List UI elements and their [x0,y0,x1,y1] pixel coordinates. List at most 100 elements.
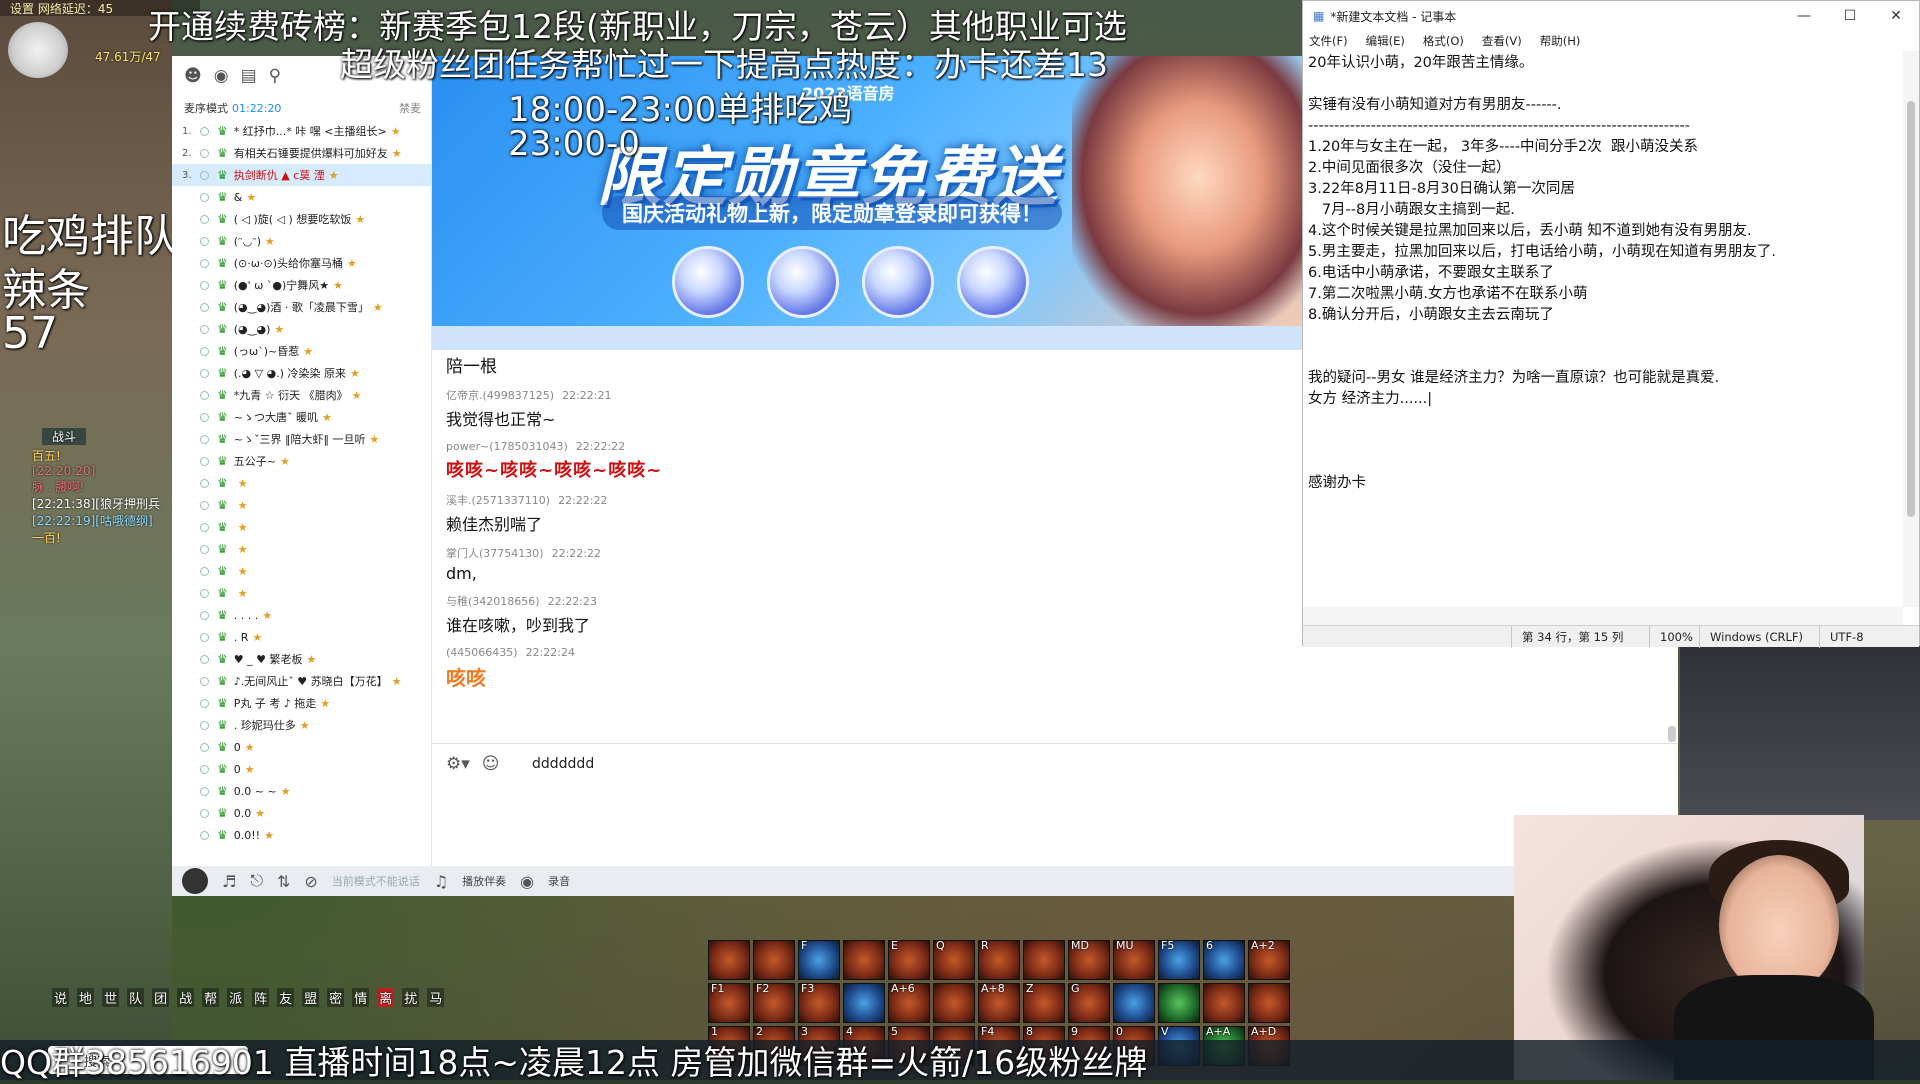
skill-slot[interactable] [753,940,795,980]
member-row[interactable]: ♛ ★ [172,516,431,538]
gamepad-icon[interactable]: ⚙▾ [446,754,470,774]
user-icon[interactable]: ☻ [184,66,202,86]
scroll-thumb[interactable] [1907,101,1915,517]
member-row[interactable]: ♛ (⊙·ω·⊙)头给你塞马桶 ★ [172,252,431,274]
message-sender[interactable]: 与稚(342018656) [446,595,540,608]
member-row[interactable]: 2. ♛ 有相关石锤要提供爆料可加好友 ★ [172,142,431,164]
chat-channel-tab[interactable]: 战 [177,988,195,1007]
member-row[interactable]: ♛ ★ [172,538,431,560]
skill-slot[interactable] [708,940,750,980]
member-row[interactable]: ♛ . 珍妮玛仕多 ★ [172,714,431,736]
menu-file[interactable]: 文件(F) [1309,33,1348,49]
skill-slot[interactable]: G [1068,982,1110,1023]
close-icon[interactable]: ✕ [1873,8,1919,24]
member-row[interactable]: ♛ 0 ★ [172,758,431,780]
music-icon[interactable]: ♫ [434,872,448,891]
member-row[interactable]: 3. ♛ 执剑断仇 ▲ c莫 湮 ★ [172,164,431,186]
chat-channel-tab[interactable]: 情 [352,988,370,1007]
member-row[interactable]: ♛ . R ★ [172,626,431,648]
menu-format[interactable]: 格式(O) [1423,33,1464,49]
play-bgm-button[interactable]: 播放伴奏 [462,873,506,889]
member-row[interactable]: ♛ 五公子~ ★ [172,450,431,472]
chat-channel-tab[interactable]: 派 [227,988,245,1007]
member-row[interactable]: ♛ ( ◁ )旋( ◁ ) 想要吃软饭 ★ [172,208,431,230]
chat-scrollbar[interactable] [1668,726,1676,742]
skill-slot[interactable]: MD [1068,939,1110,980]
microphone-icon[interactable]: ⎋ [250,871,263,891]
member-row[interactable]: ♛ Ρ丸 子 考 ♪ 拖走 ★ [172,692,431,714]
message-sender[interactable]: (445066435) [446,646,518,659]
horizontal-scrollbar[interactable] [1303,607,1903,625]
skill-slot[interactable]: A+2 [1248,939,1290,980]
equalizer-icon[interactable]: ⇅ [277,872,290,891]
skill-slot[interactable]: F [798,939,840,980]
member-row[interactable]: ♛ (ᵔ◡ᵔ) ★ [172,230,431,252]
chat-channel-tab[interactable]: 团 [152,988,170,1007]
minimize-icon[interactable]: — [1781,8,1827,24]
member-row[interactable]: ♛ ★ [172,582,431,604]
chat-channel-tab[interactable]: 队 [127,988,145,1007]
location-icon[interactable]: ◉ [214,66,229,86]
member-row[interactable]: ♛ . . . . ★ [172,604,431,626]
menu-view[interactable]: 查看(V) [1482,33,1522,49]
member-row[interactable]: 1. ♛ * 红抒巾...* 咔 嘿 <主播组长> ★ [172,120,431,142]
skill-slot[interactable]: A+8 [978,982,1020,1023]
chat-channel-tab[interactable]: 扰 [402,988,420,1007]
skill-slot[interactable] [843,940,885,980]
message-sender[interactable]: 掌门人(37754130) [446,547,544,560]
menu-edit[interactable]: 编辑(E) [1366,33,1405,49]
member-row[interactable]: ♛ *九青 ☆ 衍天 《腊肉》 ★ [172,384,431,406]
record-icon[interactable]: ◉ [520,872,534,891]
member-row[interactable]: ♛ 0.0 ★ [172,802,431,824]
ban-mic-button[interactable]: 禁麦 [399,100,421,116]
message-sender[interactable]: 亿帝京.(499837125) [446,389,554,402]
skill-slot[interactable]: F1 [708,982,750,1023]
member-row[interactable]: ♛ 0.0 ~ ~ ★ [172,780,431,802]
search-icon[interactable]: ⚲ [269,66,281,86]
member-row[interactable]: ♛ ~ゝつ大唐ˇ 暖叽 ★ [172,406,431,428]
skill-slot[interactable]: 6 [1203,939,1245,980]
menu-help[interactable]: 帮助(H) [1540,33,1581,49]
skill-slot[interactable] [843,983,885,1023]
battle-tab[interactable]: 战斗 [42,428,86,445]
member-row[interactable]: ♛ ★ [172,494,431,516]
emoji-icon[interactable]: ☺ [482,754,500,774]
member-row[interactable]: ♛ (◕‿◕)酒 · 歌「凌晨下雪」 ★ [172,296,431,318]
skill-slot[interactable]: Z [1023,982,1065,1023]
record-button[interactable]: 录音 [548,873,570,889]
chat-channel-tab[interactable]: 离 [377,988,395,1007]
skill-slot[interactable]: R [978,939,1020,980]
member-row[interactable]: ♛ & ★ [172,186,431,208]
member-row[interactable]: ♛ ♥ _ ♥ 繁老板 ★ [172,648,431,670]
chat-channel-tab[interactable]: 帮 [202,988,220,1007]
member-row[interactable]: ♛ (◕‿◕) ★ [172,318,431,340]
member-row[interactable]: ♛ ★ [172,472,431,494]
skill-slot[interactable]: E [888,939,930,980]
skill-slot[interactable]: F5 [1158,939,1200,980]
skill-slot[interactable] [1158,983,1200,1023]
vertical-scrollbar[interactable] [1903,51,1919,607]
chat-channel-tab[interactable]: 友 [277,988,295,1007]
message-input[interactable]: ddddddd [532,756,594,772]
member-row[interactable]: ♛ 0.0!! ★ [172,824,431,846]
member-row[interactable]: ♛ (.◕ ▽ ◕.) 冷染染 原来 ★ [172,362,431,384]
maximize-icon[interactable]: ☐ [1827,8,1873,24]
chat-channel-tab[interactable]: 盟 [302,988,320,1007]
member-row[interactable]: ♛ (っω`)~昏惹 ★ [172,340,431,362]
member-row[interactable]: ♛ 0 ★ [172,736,431,758]
list-icon[interactable]: ▤ [241,66,257,86]
skill-slot[interactable]: MU [1113,939,1155,980]
skill-slot[interactable] [1248,983,1290,1023]
member-row[interactable]: ♛ (●' ω `●)宁舞风★ ★ [172,274,431,296]
member-row[interactable]: ♛ ♪.无间风止ˇ ♥ 苏晓白【万花】 ★ [172,670,431,692]
message-input-area[interactable]: ⚙▾ ☺ ddddddd [432,743,1678,866]
chat-channel-tab[interactable]: 地 [77,988,95,1007]
message-sender[interactable]: power~(1785031043) [446,440,568,453]
notepad-text-area[interactable]: 20年认识小萌，20年跟苦主情缘。 实锤有没有小萌知道对方有男朋友------.… [1303,51,1903,607]
member-row[interactable]: ♛ ~ゝˇ三界 ‖陪大虾‖ 一旦听 ★ [172,428,431,450]
skill-slot[interactable] [1203,983,1245,1023]
skill-slot[interactable]: F2 [753,982,795,1023]
message-sender[interactable]: 溪丰.(2571337110) [446,494,550,507]
skill-slot[interactable]: Q [933,939,975,980]
self-avatar[interactable] [182,868,208,894]
